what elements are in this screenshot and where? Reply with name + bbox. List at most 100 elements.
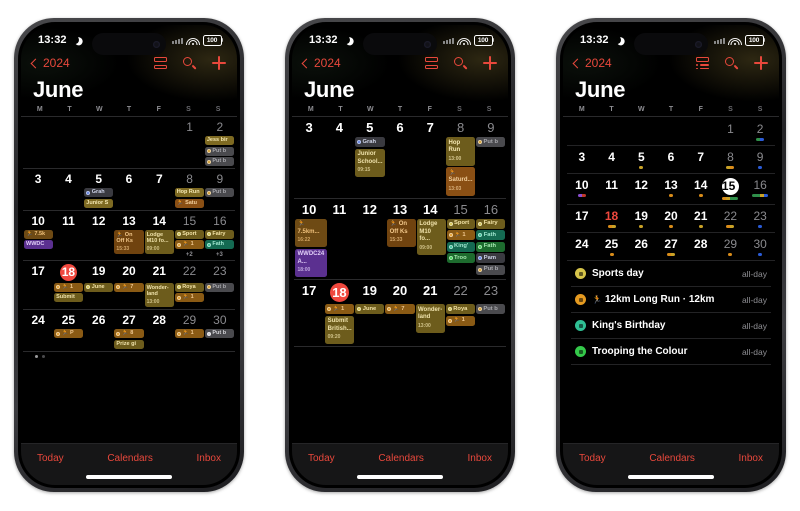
day-cell[interactable]: 14 [686, 178, 716, 200]
event-chip[interactable]: Fath [476, 230, 505, 240]
day-cell[interactable] [84, 230, 113, 231]
day-cell[interactable]: Fairy Fath Fath Pam Put b [476, 218, 505, 275]
event-chip[interactable]: WWDC [24, 240, 54, 249]
day-number[interactable]: 25 [53, 313, 83, 327]
list-item[interactable]: Trooping the Colour all-day [571, 339, 771, 365]
day-cell[interactable]: Lodge M10 fo... 09:00 [144, 229, 174, 254]
day-cell[interactable] [24, 188, 53, 189]
day-number[interactable]: 2 [205, 120, 235, 134]
event-chip[interactable]: Sport [174, 229, 204, 239]
day-cell[interactable]: 26 [626, 237, 656, 256]
day-cell[interactable]: 18 [597, 209, 627, 228]
day-cell[interactable]: 7 [686, 150, 716, 169]
multi-day-view-icon[interactable] [154, 57, 167, 69]
back-to-year-button[interactable]: 2024 [30, 56, 70, 70]
event-chip[interactable]: Put b [204, 329, 234, 338]
day-number[interactable]: 19 [84, 264, 114, 281]
day-cell[interactable] [24, 136, 53, 137]
day-number[interactable]: 10 [294, 202, 324, 217]
day-cell[interactable]: Sport 🏃 1 +2 [174, 229, 204, 258]
tab-calendars[interactable]: Calendars [107, 453, 153, 464]
event-chip[interactable]: 🏃 7 [385, 304, 415, 314]
event-block[interactable]: 🏃 On Off Ks 15:33 [387, 218, 416, 247]
day-number[interactable]: 26 [84, 313, 114, 327]
event-chip[interactable]: Submit [54, 293, 84, 302]
day-number[interactable]: 8 [445, 120, 475, 135]
day-cell[interactable] [295, 137, 324, 138]
day-number[interactable]: 11 [53, 214, 83, 228]
event-chip[interactable]: Put b [204, 157, 234, 166]
day-cell[interactable]: 30 [745, 237, 775, 256]
event-chip[interactable]: Fairy [204, 229, 234, 239]
day-cell[interactable] [24, 329, 53, 330]
day-cell[interactable]: 🏃 1 [174, 329, 204, 338]
event-chip[interactable]: June [355, 304, 385, 314]
event-block[interactable]: 🏃 Saturd... 13:03 [446, 167, 475, 196]
day-number[interactable]: 22 [174, 264, 204, 281]
event-chip[interactable]: 🏃 1 [446, 230, 476, 240]
day-cell[interactable] [175, 136, 204, 137]
day-cell[interactable]: 9 [745, 150, 775, 169]
tab-today[interactable]: Today [308, 453, 335, 464]
day-cell[interactable]: 🏃 1 Submit British... 09:20 [325, 304, 355, 344]
day-number[interactable]: 21 [144, 264, 174, 281]
event-chip[interactable]: Roya [445, 304, 475, 314]
day-cell[interactable] [24, 283, 53, 284]
day-cell[interactable]: 23 [745, 209, 775, 228]
day-cell[interactable]: 10 [567, 178, 597, 200]
event-chip[interactable]: Put b [204, 146, 234, 156]
day-number[interactable]: 23 [476, 283, 506, 302]
day-cell[interactable] [626, 122, 656, 141]
day-number[interactable]: 13 [114, 214, 144, 228]
day-cell[interactable]: 21 [686, 209, 716, 228]
event-chip[interactable]: Fairy [476, 218, 505, 229]
event-chip[interactable]: Hop Run [174, 188, 204, 197]
day-number[interactable]: 6 [114, 172, 144, 186]
tab-inbox[interactable]: Inbox [197, 453, 221, 464]
tab-today[interactable]: Today [37, 453, 64, 464]
day-cell[interactable] [597, 122, 627, 141]
day-cell[interactable]: Put b [475, 304, 505, 314]
day-cell[interactable]: Roya 🏃 1 [174, 282, 204, 302]
list-view-icon[interactable] [696, 57, 709, 69]
day-number[interactable]: 10 [23, 214, 53, 228]
event-chip[interactable]: Jess bir [204, 136, 234, 145]
list-item[interactable]: Sports day all-day [571, 261, 771, 287]
home-indicator[interactable] [628, 475, 714, 479]
event-chip[interactable]: Put b [475, 304, 505, 314]
event-chip[interactable]: Roya [174, 282, 204, 292]
day-cell[interactable]: Roya 🏃 1 [445, 304, 475, 326]
day-cell[interactable]: 8 [716, 150, 746, 169]
day-cell[interactable]: 4 [597, 150, 627, 169]
day-cell[interactable]: Jess bir Put b Put b [204, 136, 234, 166]
day-cell[interactable]: Hop Run 🏃 Satu [174, 188, 204, 208]
event-chip[interactable]: June [84, 282, 114, 292]
day-number[interactable]: 1 [174, 120, 204, 134]
day-cell[interactable]: June [84, 282, 114, 292]
tab-calendars[interactable]: Calendars [649, 453, 695, 464]
search-icon[interactable] [454, 56, 468, 70]
day-number[interactable]: 16 [205, 214, 235, 228]
day-cell[interactable]: Put b [204, 329, 234, 338]
day-number[interactable]: 7 [415, 120, 445, 135]
event-chip[interactable]: Grah [84, 188, 114, 197]
tab-calendars[interactable]: Calendars [378, 453, 424, 464]
event-chip[interactable]: 🏃 8 [114, 329, 144, 338]
day-number[interactable]: 11 [324, 202, 354, 217]
day-cell[interactable]: Grah Junior School... 09:15 [355, 137, 385, 177]
event-chip[interactable]: Put b [204, 188, 234, 197]
day-cell[interactable]: 13 [656, 178, 686, 200]
day-cell[interactable]: Put b [476, 137, 505, 147]
event-chip[interactable]: Grah [355, 137, 385, 147]
back-to-year-button[interactable]: 2024 [572, 56, 612, 70]
day-cell[interactable]: 🏃 1 Submit [54, 282, 84, 302]
back-to-year-button[interactable]: 2024 [301, 56, 341, 70]
day-cell[interactable]: 🏃 7.5k WWDC [24, 229, 54, 249]
day-number[interactable]: 17 [294, 283, 324, 302]
day-number[interactable] [53, 120, 83, 134]
plus-icon[interactable] [754, 56, 768, 70]
list-item[interactable]: 🏃 12km Long Run · 12km all-day [571, 287, 771, 313]
day-number[interactable]: 20 [114, 264, 144, 281]
day-number[interactable]: 20 [385, 283, 415, 302]
event-block[interactable]: Hop Run 13:00 [446, 137, 475, 166]
